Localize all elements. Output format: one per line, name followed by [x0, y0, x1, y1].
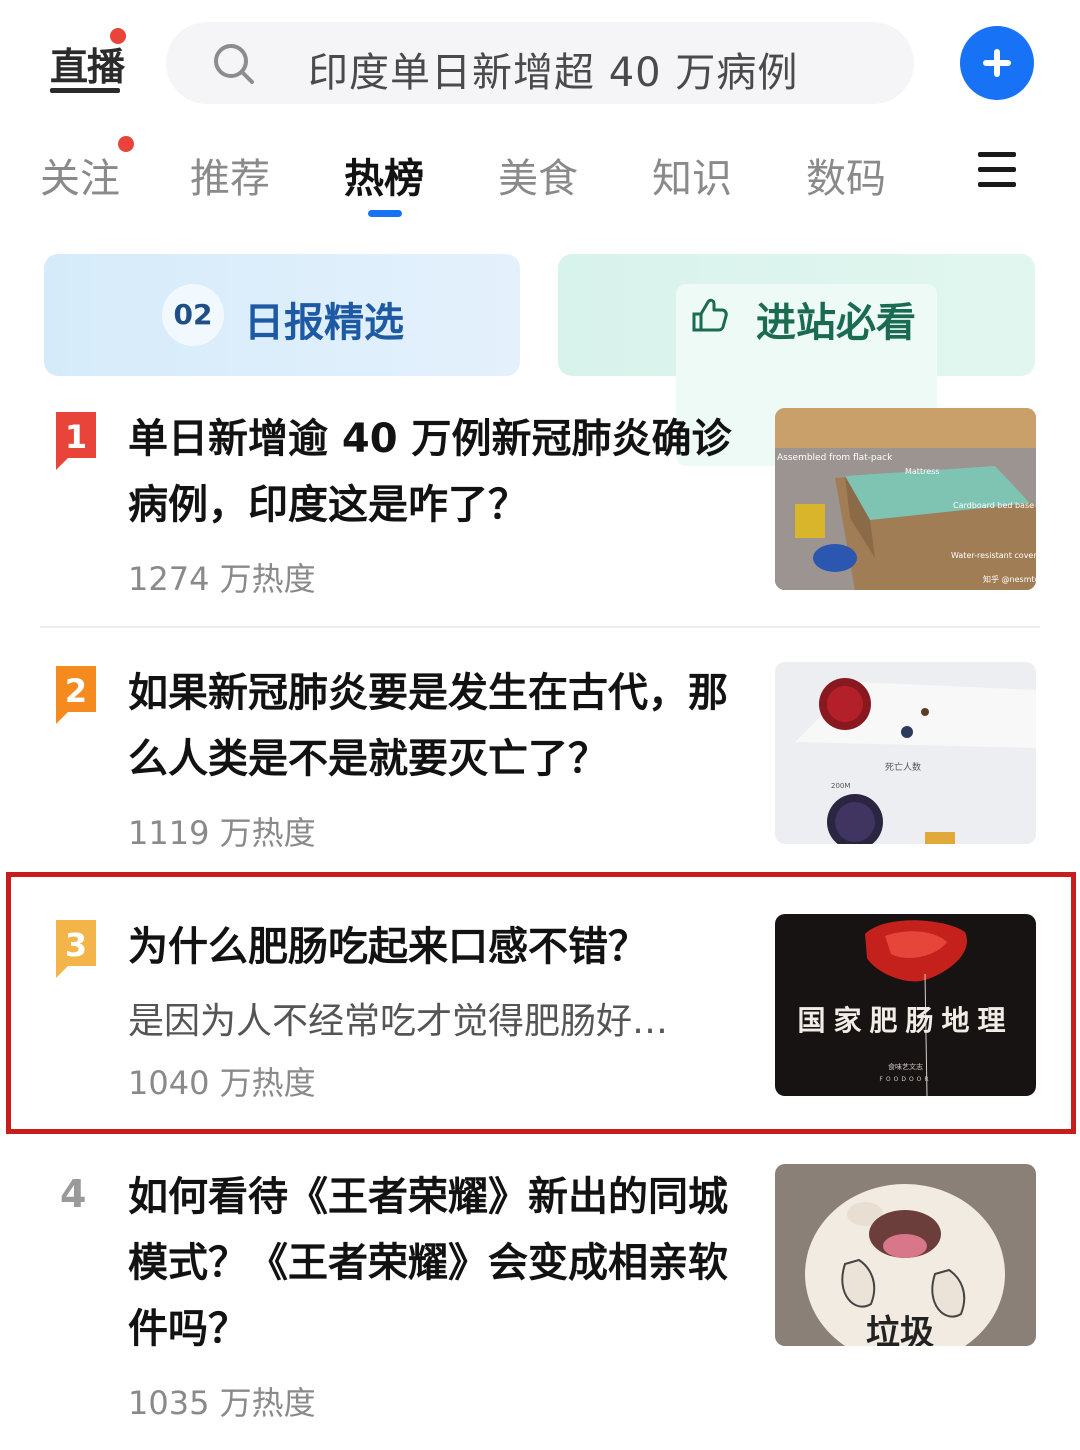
svg-text:Water-resistant covering: Water-resistant covering: [951, 551, 1036, 560]
tab-follow-badge: [118, 136, 134, 152]
menu-icon[interactable]: [978, 150, 1018, 190]
rank-badge: 1: [56, 412, 96, 470]
svg-text:Mattress: Mattress: [905, 467, 939, 476]
item-thumbnail[interactable]: 垃圾: [775, 1164, 1036, 1346]
svg-text:3: 3: [65, 926, 87, 964]
item-title[interactable]: 为什么肥肠吃起来口感不错？: [128, 914, 748, 980]
must-see-label: 进站必看: [756, 300, 916, 346]
daily-picks-label: 日报精选: [244, 300, 404, 346]
live-button[interactable]: 直播: [46, 28, 126, 98]
svg-text:200M: 200M: [831, 782, 850, 790]
svg-text:国家肥肠地理: 国家肥肠地理: [797, 1004, 1013, 1037]
search-icon: [214, 44, 254, 84]
item-excerpt[interactable]: 是因为人不经常吃才觉得肥肠好…: [128, 992, 728, 1044]
item-title[interactable]: 如何看待《王者荣耀》新出的同城模式？《王者荣耀》会变成相亲软件吗？: [128, 1164, 748, 1362]
item-thumbnail[interactable]: 死亡人数 200M: [775, 662, 1036, 844]
item-title[interactable]: 如果新冠肺炎要是发生在古代，那么人类是不是就要灭亡了？: [128, 660, 748, 792]
svg-text:1: 1: [65, 418, 87, 456]
must-see-banner[interactable]: 进站必看: [558, 254, 1035, 466]
item-heat: 1119 万热度: [128, 814, 316, 852]
divider: [40, 626, 1040, 628]
live-underline: [50, 88, 120, 93]
svg-text:食味艺文志: 食味艺文志: [888, 1062, 923, 1071]
list-item[interactable]: 2 如果新冠肺炎要是发生在古代，那么人类是不是就要灭亡了？ 1119 万热度 死…: [40, 658, 1040, 858]
svg-text:Cardboard bed base: Cardboard bed base: [953, 501, 1034, 510]
category-tabs: 关注 推荐 热榜 美食 知识 数码: [0, 136, 1080, 226]
daily-picks-banner[interactable]: 02 日报精选: [44, 254, 520, 376]
list-item[interactable]: 1 单日新增逾 40 万例新冠肺炎确诊病例，印度这是咋了？ 1274 万热度 A…: [40, 404, 1040, 604]
item-thumbnail[interactable]: Assembled from flat-pack Mattress Cardbo…: [775, 408, 1036, 590]
plus-icon[interactable]: [960, 26, 1034, 100]
rank-number: 4: [60, 1172, 87, 1216]
svg-text:垃圾: 垃圾: [866, 1313, 934, 1346]
svg-text:Assembled from flat-pack: Assembled from flat-pack: [777, 453, 893, 463]
list-item[interactable]: 3 为什么肥肠吃起来口感不错？ 是因为人不经常吃才觉得肥肠好… 1040 万热度…: [40, 912, 1040, 1112]
svg-text:FOODOOR: FOODOOR: [879, 1076, 931, 1083]
top-bar: 直播 印度单日新增超 40 万病例: [0, 0, 1080, 126]
tab-hot-list[interactable]: 热榜: [344, 146, 424, 204]
rank-badge: 2: [56, 666, 96, 724]
item-heat: 1040 万热度: [128, 1064, 316, 1102]
tab-food[interactable]: 美食: [498, 146, 578, 204]
tab-knowledge[interactable]: 知识: [652, 146, 732, 204]
rank-badge: 3: [56, 920, 96, 978]
search-bar[interactable]: 印度单日新增超 40 万病例: [166, 22, 914, 104]
item-heat: 1274 万热度: [128, 560, 316, 598]
svg-text:知乎 @nesmto: 知乎 @nesmto: [983, 574, 1036, 584]
item-heat: 1035 万热度: [128, 1384, 316, 1422]
notification-dot: [110, 28, 126, 44]
active-tab-indicator: [368, 210, 402, 217]
tab-recommend[interactable]: 推荐: [190, 146, 270, 204]
item-thumbnail[interactable]: 国家肥肠地理 食味艺文志 FOODOOR: [775, 914, 1036, 1096]
list-item[interactable]: 4 如何看待《王者荣耀》新出的同城模式？《王者荣耀》会变成相亲软件吗？ 1035…: [40, 1162, 1040, 1432]
search-query: 印度单日新增超 40 万病例: [308, 50, 799, 96]
svg-text:死亡人数: 死亡人数: [885, 761, 921, 773]
daily-date-badge: 02: [162, 284, 224, 346]
live-label: 直播: [50, 45, 125, 89]
item-title[interactable]: 单日新增逾 40 万例新冠肺炎确诊病例，印度这是咋了？: [128, 406, 748, 538]
tab-follow[interactable]: 关注: [40, 146, 120, 204]
svg-text:2: 2: [65, 672, 87, 710]
tab-digital[interactable]: 数码: [806, 146, 886, 204]
